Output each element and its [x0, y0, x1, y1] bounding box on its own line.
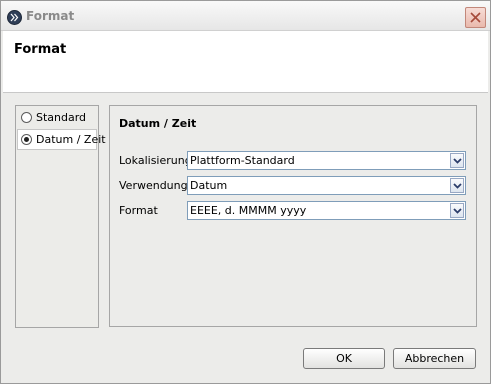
chevron-down-icon [453, 183, 462, 189]
radio-label: Standard [36, 111, 87, 124]
format-select[interactable]: EEEE, d. MMMM yyyy [187, 201, 466, 220]
ok-button[interactable]: OK [303, 348, 385, 369]
radio-button-selected[interactable] [21, 134, 32, 145]
settings-panel: Datum / Zeit Lokalisierung Plattform-Sta… [109, 105, 477, 327]
window-title: Format [26, 9, 75, 23]
dropdown-button[interactable] [450, 203, 464, 218]
radio-label: Datum / Zeit [36, 133, 106, 146]
chevron-down-icon [453, 158, 462, 164]
close-button[interactable] [465, 7, 486, 28]
cancel-button[interactable]: Abbrechen [393, 348, 476, 369]
select-value: EEEE, d. MMMM yyyy [190, 204, 307, 217]
title-bar: Format [1, 1, 490, 31]
dropdown-button[interactable] [450, 153, 464, 168]
radio-datum-zeit[interactable]: Datum / Zeit [17, 129, 106, 150]
section-title: Datum / Zeit [119, 117, 197, 130]
verwendung-select[interactable]: Datum [187, 176, 466, 195]
dropdown-button[interactable] [450, 178, 464, 193]
lokalisierung-label: Lokalisierung [119, 154, 192, 167]
radio-button[interactable] [21, 112, 32, 123]
format-label: Format [119, 204, 158, 217]
category-list: Standard Datum / Zeit [15, 105, 106, 328]
close-icon [470, 12, 481, 23]
verwendung-label: Verwendung [119, 179, 188, 192]
header-title: Format [14, 42, 67, 57]
select-value: Plattform-Standard [190, 154, 295, 167]
lokalisierung-select[interactable]: Plattform-Standard [187, 151, 466, 170]
header-panel: Format [3, 31, 488, 93]
radio-standard[interactable]: Standard [18, 108, 96, 127]
format-dialog: Format Format Standard Datum / Zeit Datu… [0, 0, 491, 384]
app-icon [7, 10, 22, 25]
chevron-down-icon [453, 208, 462, 214]
select-value: Datum [190, 179, 228, 192]
